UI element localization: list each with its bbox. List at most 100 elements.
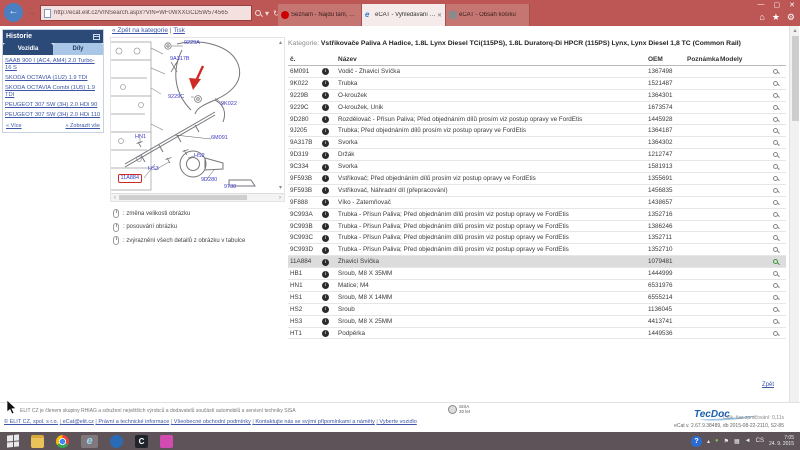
tray-expand-icon[interactable]: ▴ [707,438,710,445]
info-icon[interactable]: i [322,294,329,301]
history-vehicle-link[interactable]: SKODA OCTAVIA Combi (1U5) 1.9 TDI [5,85,101,99]
search-part-icon[interactable] [773,200,778,205]
home-icon[interactable]: ⌂ [759,11,764,24]
media-app-icon[interactable] [160,435,173,448]
history-vehicle-link[interactable]: PEUGEOT 307 SW (3H) 2.0 HDi 90 [5,102,101,109]
info-icon[interactable]: i [322,92,329,99]
diagram-part-label[interactable]: 9229C [168,95,184,101]
diagram-part-label[interactable]: 11A884 [118,174,142,183]
diagram-part-label[interactable]: HN1 [135,135,146,141]
file-explorer-icon[interactable] [31,435,44,448]
footer-link[interactable]: © ELIT CZ, spol. s r.o. [4,419,58,425]
diagram-horizontal-scrollbar[interactable]: ‹ › [111,193,284,201]
close-button[interactable]: ✕ [789,1,795,9]
table-row[interactable]: HT1 i Podpěrka 1449536 [288,328,786,340]
network-icon[interactable]: ▦ [734,438,740,445]
info-icon[interactable]: i [322,152,329,159]
info-icon[interactable]: i [322,187,329,194]
footer-link[interactable]: Všeobecné obchodní podmínky [171,419,251,425]
diagram-part-label[interactable]: 9730 [224,185,236,191]
info-icon[interactable]: i [322,259,329,266]
table-row[interactable]: 11A884 i Žhavicí Svíčka 1079481 [288,256,786,268]
diagram-part-label[interactable]: HS3 [148,167,159,173]
search-part-icon[interactable] [773,152,778,157]
search-icon[interactable] [255,10,261,16]
tray-flag-icon[interactable]: ⚑ [724,438,729,445]
search-part-icon[interactable] [773,93,778,98]
table-row[interactable]: 9C993B i Trubka - Přísun Paliva; Před ob… [288,221,786,233]
settings-gear-icon[interactable]: ⚙ [787,11,795,24]
tab-vehicles[interactable]: Vozidla [3,43,53,55]
panel-icon[interactable] [93,34,100,40]
search-part-icon[interactable] [773,81,778,86]
search-part-icon[interactable] [773,164,778,169]
table-row[interactable]: 9C993A i Trubka - Přísun Paliva; Před ob… [288,209,786,221]
info-icon[interactable]: i [322,211,329,218]
search-part-icon[interactable] [773,224,778,229]
scroll-right-icon[interactable]: › [276,195,284,201]
info-icon[interactable]: i [322,271,329,278]
table-row[interactable]: 9C993D i Trubka - Přísun Paliva; Před ob… [288,244,786,256]
table-row[interactable]: HN1 i Matice; M4 6531976 [288,280,786,292]
favorites-star-icon[interactable]: ★ [772,11,780,24]
tab-seznam[interactable]: Seznam - Najdu tam, co nezná... [278,4,362,26]
scrollbar-thumb[interactable] [119,195,247,200]
diagram-part-label[interactable]: 9D280 [201,178,217,184]
search-part-icon[interactable] [773,69,778,74]
diagram-part-label[interactable]: 9K022 [221,102,237,108]
table-row[interactable]: 9D319 i Držák 1212747 [288,149,786,161]
parts-diagram[interactable]: 9229A 9A317B 9229C 9K022 6M091 HN1 HS2 H… [110,37,285,202]
info-icon[interactable]: i [322,80,329,87]
info-icon[interactable]: i [322,247,329,254]
info-icon[interactable]: i [322,116,329,123]
search-part-icon[interactable] [773,283,778,288]
back-to-categories-link[interactable]: « Zpět na kategorie [112,27,168,34]
search-part-icon[interactable] [773,259,778,264]
table-row[interactable]: 9F888 i Víko - Zatemňovač 1438657 [288,197,786,209]
info-icon[interactable]: i [322,223,329,230]
table-row[interactable]: 9229C i O-kroužek, Únik 1673574 [288,102,786,114]
search-part-icon[interactable] [773,295,778,300]
search-part-icon[interactable] [773,307,778,312]
history-vehicle-link[interactable]: SKODA OCTAVIA (1U2) 1.9 TDI [5,75,101,82]
table-row[interactable]: HS2 i Šroub 1136045 [288,304,786,316]
info-icon[interactable]: i [322,282,329,289]
search-part-icon[interactable] [773,235,778,240]
search-part-icon[interactable] [773,247,778,252]
tab-ecat-search[interactable]: e eCAT - Vyhledávání podle V... ✕ [362,4,446,26]
taskbar-clock[interactable]: 7:05 24. 9. 2015 [769,435,796,448]
info-icon[interactable]: i [322,318,329,325]
table-row[interactable]: 9J205 i Trubka; Před objednáním dílů pro… [288,125,786,137]
minimize-button[interactable]: — [758,1,765,9]
help-icon[interactable]: ? [691,436,702,447]
search-part-icon[interactable] [773,140,778,145]
internet-explorer-icon[interactable]: e [81,435,98,448]
thunderbird-icon[interactable] [110,435,123,448]
back-button[interactable]: ← [4,3,23,22]
info-icon[interactable]: i [322,330,329,337]
table-row[interactable]: HS3 i Šroub, M8 X 25MM 4413741 [288,316,786,328]
table-row[interactable]: 9F593B i Vstřikovač; Před objednáním díl… [288,173,786,185]
tray-status-icon[interactable]: ● [715,438,719,444]
table-row[interactable]: 9C334 i Svorka 1581913 [288,161,786,173]
search-part-icon[interactable] [773,117,778,122]
c-app-icon[interactable]: C [135,435,148,448]
table-row[interactable]: 6M091 i Vodič - Žhavicí Svíčka 1367498 [288,66,786,78]
table-back-link[interactable]: Zpět [762,382,774,388]
info-icon[interactable]: i [322,306,329,313]
diagram-part-label[interactable]: HS2 [194,154,205,160]
table-row[interactable]: 9D280 i Rozdělovač - Přísun Paliva; Před… [288,114,786,126]
info-icon[interactable]: i [322,235,329,242]
diagram-scroll-down-icon[interactable]: ▾ [279,185,282,191]
info-icon[interactable]: i [322,164,329,171]
search-part-icon[interactable] [773,188,778,193]
table-row[interactable]: 9K022 i Trubka 1521487 [288,78,786,90]
scroll-up-icon[interactable]: ▴ [790,27,800,34]
tab-parts[interactable]: Díly [53,43,103,55]
chevron-down-icon[interactable]: ▾ [265,9,269,18]
history-vehicle-link[interactable]: SAAB 900 I (AC4, AM4) 2.0 Turbo-16 S [5,58,101,72]
search-part-icon[interactable] [773,128,778,133]
chrome-icon[interactable] [56,435,69,448]
search-part-icon[interactable] [773,176,778,181]
tab-close-icon[interactable]: ✕ [437,12,442,19]
